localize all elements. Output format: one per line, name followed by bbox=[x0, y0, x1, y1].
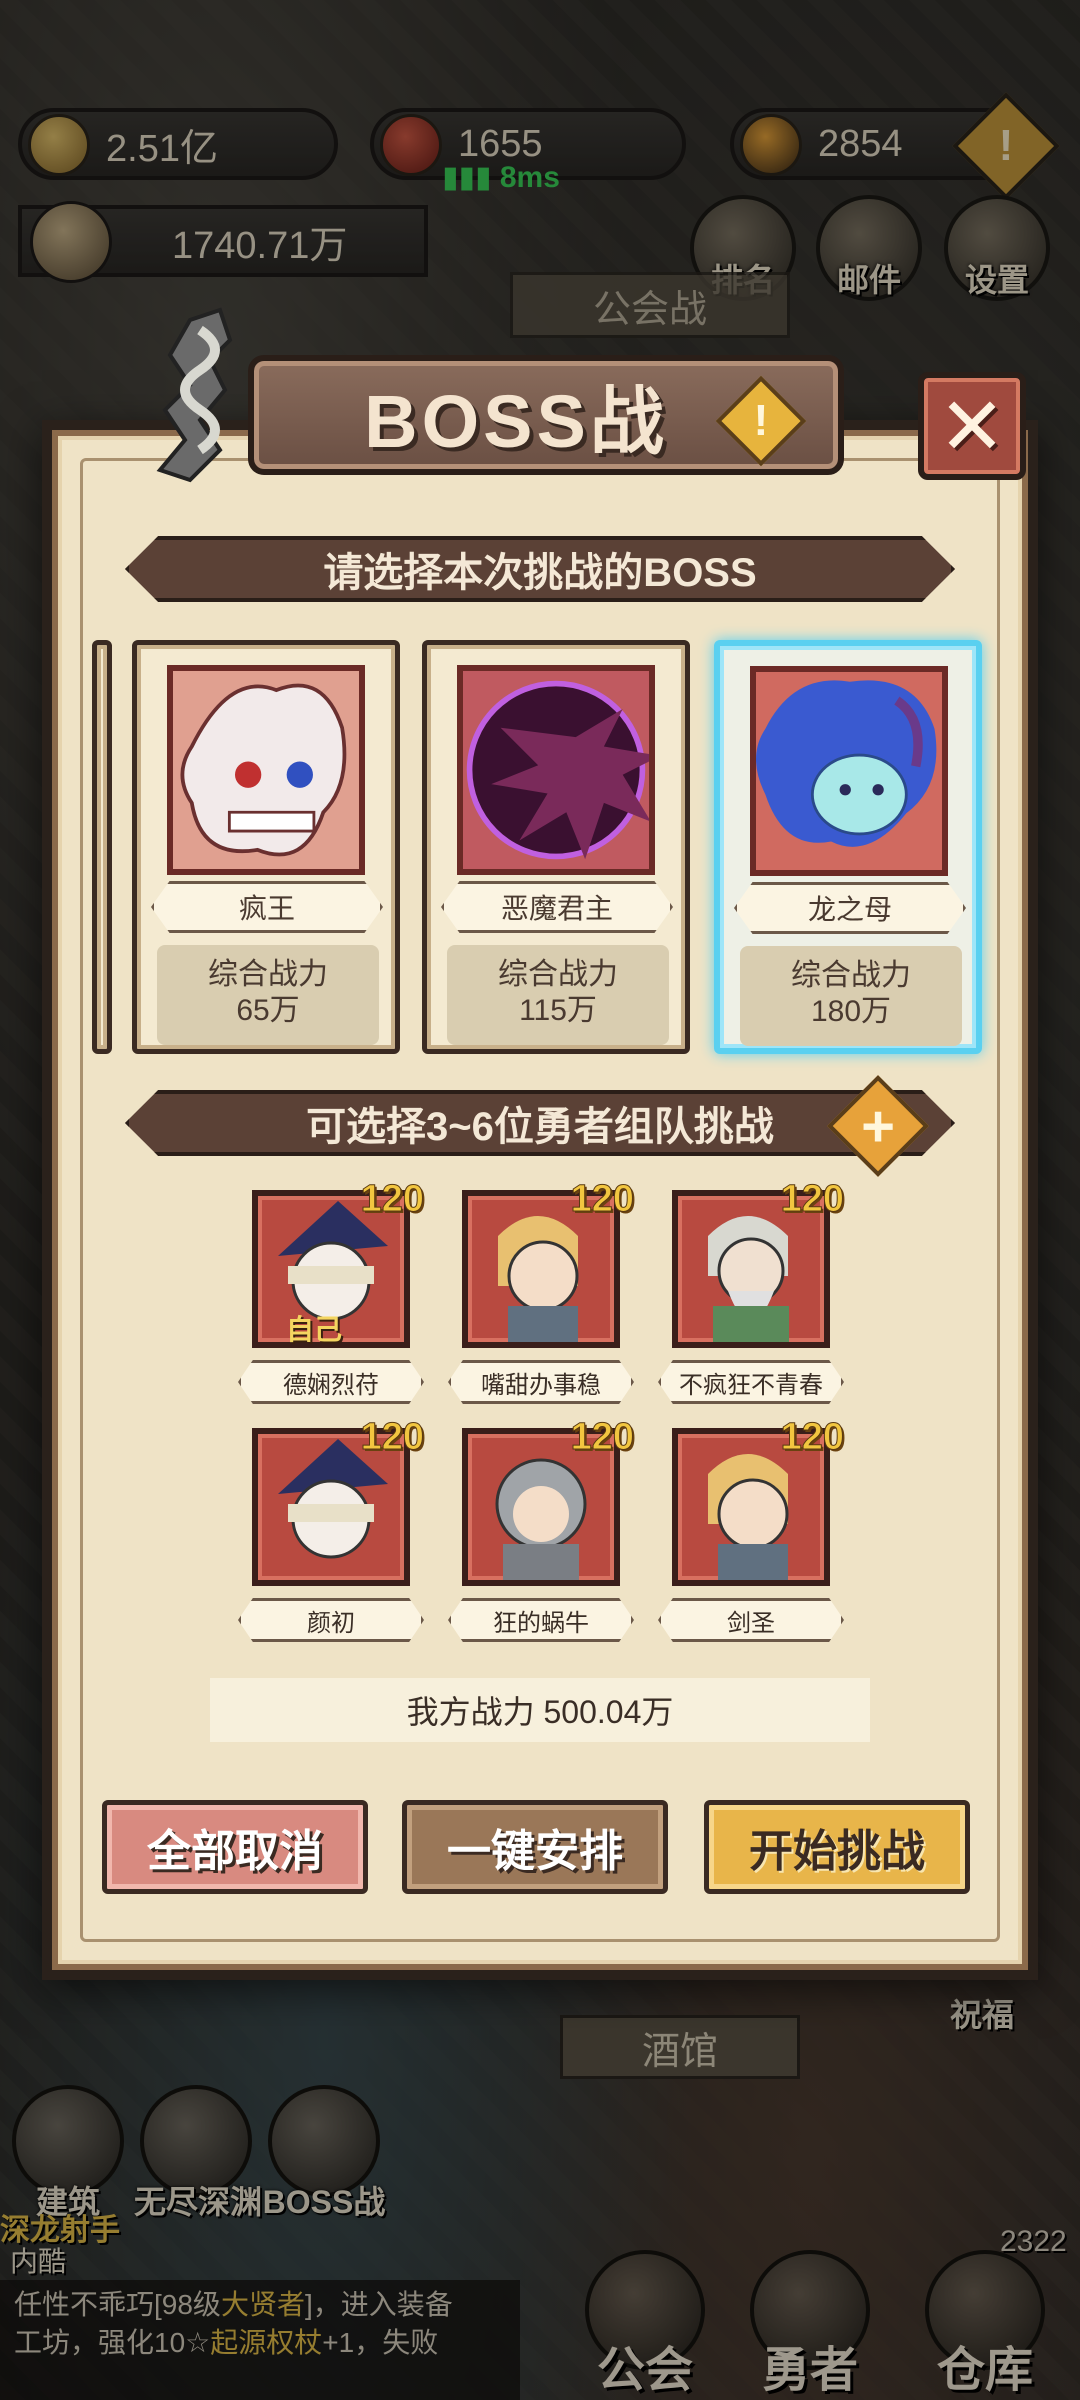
hero-slot[interactable]: 120 剑圣 bbox=[658, 1416, 845, 1642]
hero-name: 不疯狂不青春 bbox=[658, 1360, 844, 1404]
dialog-title: BOSS战 bbox=[364, 379, 668, 463]
hero-level: 120 bbox=[780, 1178, 844, 1221]
boss-power: 综合战力 115万 bbox=[447, 945, 669, 1045]
info-icon: ! bbox=[753, 396, 769, 445]
boss-card-offscreen[interactable] bbox=[92, 640, 112, 1054]
hero-level: 120 bbox=[570, 1178, 634, 1221]
hero-slot[interactable]: 120 自己 德娴烈苻 bbox=[238, 1178, 425, 1404]
boss-portrait-dragon-mother bbox=[750, 666, 948, 876]
close-icon: ✕ bbox=[938, 381, 1006, 471]
boss-card-selected[interactable]: 龙之母 综合战力 180万 bbox=[714, 640, 982, 1054]
select-boss-banner: 请选择本次挑战的BOSS bbox=[125, 536, 955, 602]
start-battle-button[interactable]: 开始挑战 bbox=[704, 1800, 970, 1894]
boss-name: 龙之母 bbox=[734, 882, 966, 934]
boss-portrait-demon-lord bbox=[457, 665, 661, 875]
hero-slot[interactable]: 120 不疯狂不青春 bbox=[658, 1178, 845, 1404]
boss-card[interactable]: 疯王 综合战力 65万 bbox=[132, 640, 400, 1054]
team-power: 我方战力 500.04万 bbox=[210, 1678, 870, 1742]
boss-portrait-mad-king bbox=[167, 665, 365, 875]
boss-power: 综合战力 180万 bbox=[740, 946, 962, 1046]
plus-icon: + bbox=[861, 1093, 895, 1159]
hero-name: 颜初 bbox=[238, 1598, 424, 1642]
boss-card[interactable]: 恶魔君主 综合战力 115万 bbox=[422, 640, 690, 1054]
close-button[interactable]: ✕ bbox=[918, 372, 1026, 480]
hero-slot[interactable]: 120 嘴甜办事稳 bbox=[448, 1178, 635, 1404]
hero-name: 剑圣 bbox=[658, 1598, 844, 1642]
hero-level: 120 bbox=[570, 1416, 634, 1459]
hero-name: 嘴甜办事稳 bbox=[448, 1360, 634, 1404]
hero-level: 120 bbox=[360, 1178, 424, 1221]
boss-name: 恶魔君主 bbox=[441, 881, 673, 933]
hero-slot[interactable]: 120 狂的蜗牛 bbox=[448, 1416, 635, 1642]
auto-arrange-button[interactable]: 一键安排 bbox=[402, 1800, 668, 1894]
hero-name: 狂的蜗牛 bbox=[448, 1598, 634, 1642]
boss-name: 疯王 bbox=[151, 881, 383, 933]
hero-slot[interactable]: 120 颜初 bbox=[238, 1416, 425, 1642]
self-label: 自己 bbox=[286, 1314, 343, 1345]
info-button[interactable]: ! bbox=[715, 375, 807, 467]
cancel-all-button[interactable]: 全部取消 bbox=[102, 1800, 368, 1894]
hero-level: 120 bbox=[360, 1416, 424, 1459]
boss-power: 综合战力 65万 bbox=[157, 945, 379, 1045]
hero-level: 120 bbox=[780, 1416, 844, 1459]
dialog-title-banner: BOSS战 ! bbox=[248, 355, 844, 475]
hero-name: 德娴烈苻 bbox=[238, 1360, 424, 1404]
